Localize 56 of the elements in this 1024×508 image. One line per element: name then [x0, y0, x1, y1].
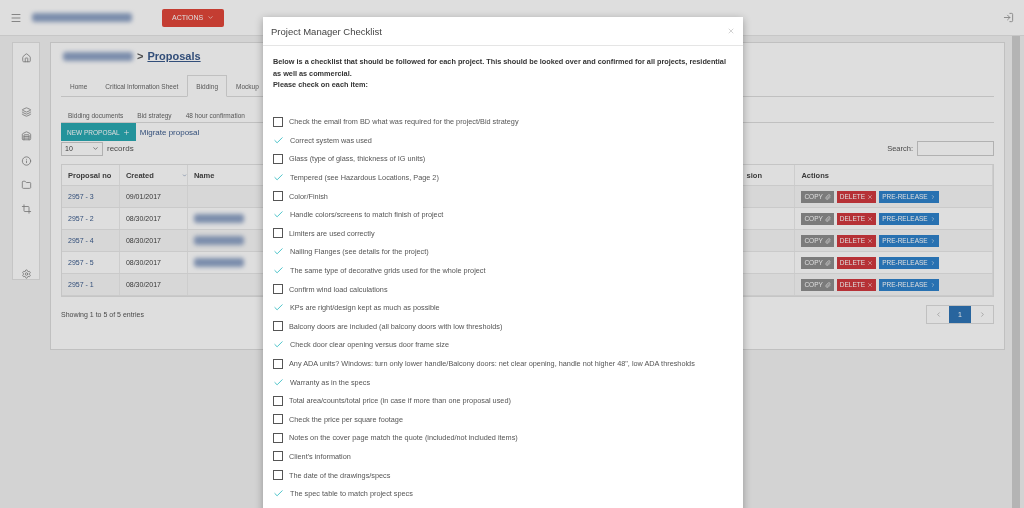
- checkbox[interactable]: [273, 191, 283, 202]
- blurred-name: [193, 214, 244, 223]
- checkbox[interactable]: [273, 116, 283, 127]
- chevron-right-icon: [929, 259, 936, 266]
- paperclip-icon: [824, 259, 831, 266]
- checkbox[interactable]: [273, 228, 283, 239]
- caret-icon: [207, 14, 215, 21]
- checkbox[interactable]: [273, 358, 283, 369]
- crop-icon[interactable]: [20, 203, 32, 214]
- blurred-name: [193, 258, 244, 267]
- migrate-proposal-link[interactable]: Migrate proposal: [139, 127, 200, 137]
- close-icon: [867, 237, 874, 244]
- checkbox[interactable]: [273, 321, 283, 332]
- checkbox[interactable]: [273, 451, 283, 462]
- caret-icon: [92, 145, 99, 152]
- checkbox[interactable]: [273, 284, 283, 295]
- logout-icon[interactable]: [1003, 12, 1014, 23]
- layers-icon[interactable]: [20, 107, 32, 118]
- close-icon: [867, 281, 874, 288]
- checkbox[interactable]: [273, 432, 283, 443]
- breadcrumb-separator: >: [137, 50, 144, 62]
- breadcrumb-link[interactable]: Proposals: [147, 50, 201, 62]
- blurred-project-name: [63, 51, 133, 61]
- checkbox[interactable]: [273, 395, 283, 406]
- chevron-right-icon: [929, 193, 936, 200]
- folder-icon[interactable]: [20, 179, 32, 190]
- plus-icon: [122, 128, 130, 136]
- check-icon[interactable]: [273, 376, 284, 388]
- sort-caret-icon[interactable]: [181, 171, 187, 179]
- home-icon[interactable]: [20, 53, 32, 64]
- paperclip-icon: [824, 215, 831, 222]
- close-icon: [867, 193, 874, 200]
- checkbox[interactable]: [273, 414, 283, 425]
- chevron-left-icon: [934, 311, 942, 318]
- chevron-right-icon: [929, 237, 936, 244]
- records-label: records: [107, 144, 134, 153]
- search-field[interactable]: [917, 141, 994, 156]
- chevron-right-icon: [929, 215, 936, 222]
- menu-icon[interactable]: [10, 11, 22, 24]
- check-icon[interactable]: [273, 134, 284, 146]
- dialog-title: Project Manager Checklist: [271, 25, 382, 37]
- paperclip-icon: [824, 237, 831, 244]
- blurred-name: [193, 236, 244, 245]
- paperclip-icon: [824, 193, 831, 200]
- chevron-right-icon: [929, 281, 936, 288]
- close-icon: [867, 215, 874, 222]
- checkbox[interactable]: [273, 470, 283, 481]
- close-icon[interactable]: [727, 27, 735, 35]
- settings-icon[interactable]: [20, 268, 32, 279]
- info-icon[interactable]: [20, 155, 32, 166]
- house-icon[interactable]: [20, 131, 32, 142]
- chevron-right-icon: [978, 311, 986, 318]
- checkbox[interactable]: [273, 154, 283, 164]
- close-icon: [867, 259, 874, 266]
- scrollbar[interactable]: [1012, 36, 1020, 508]
- paperclip-icon: [824, 281, 831, 288]
